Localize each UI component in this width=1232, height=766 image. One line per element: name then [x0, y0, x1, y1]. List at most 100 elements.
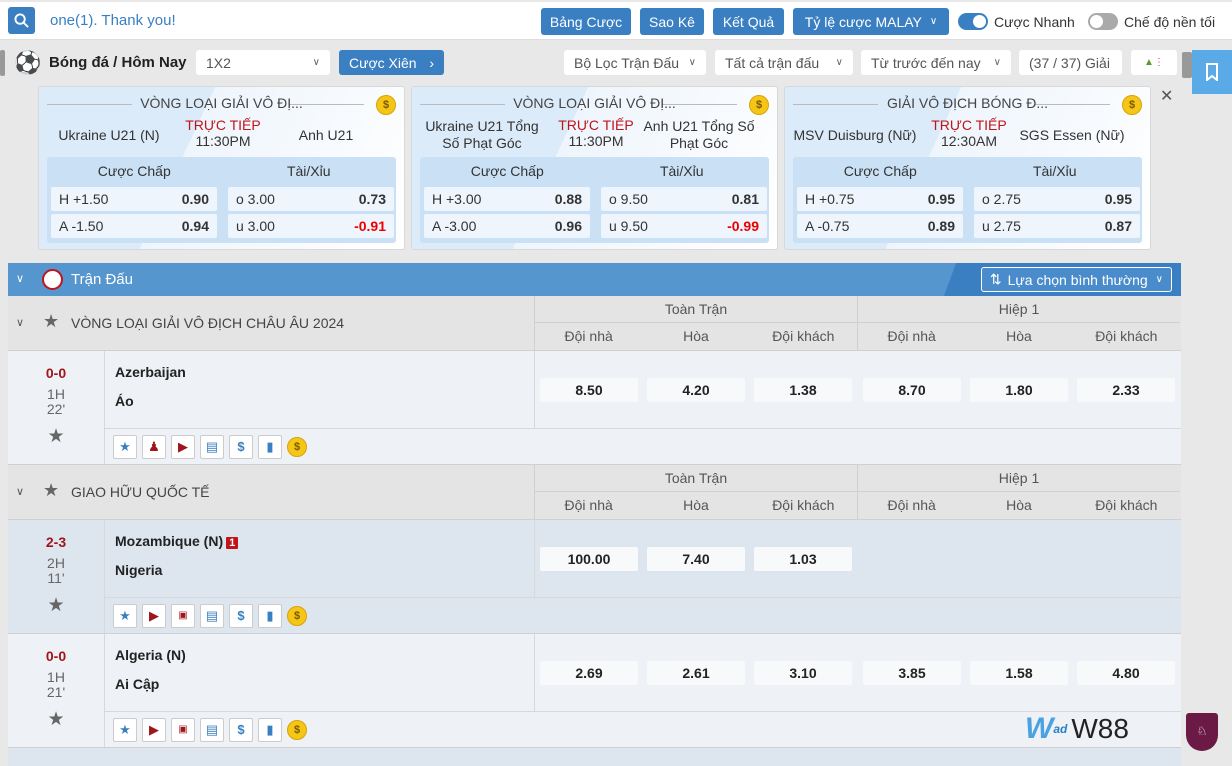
dark-mode-toggle[interactable]: [1088, 13, 1118, 30]
match-table-header: ∨ Trận Đấu ⇅ Lựa chọn bình thường ∨: [8, 263, 1181, 296]
statement-button[interactable]: Sao Kê: [640, 8, 704, 35]
featured-match-card[interactable]: VÒNG LOẠI GIẢI VÔ ĐỊ... $ Ukraine U21 (N…: [38, 86, 405, 250]
odds-button[interactable]: 2.69: [540, 661, 638, 685]
odds-button[interactable]: 7.40: [647, 547, 745, 571]
stats-icon[interactable]: ▮: [258, 603, 282, 628]
home-team: Ukraine U21 Tổng Số Phạt Góc: [425, 118, 539, 151]
dollar-icon[interactable]: $: [229, 434, 253, 459]
scoreboard-icon[interactable]: ▤: [200, 434, 224, 459]
scoreboard-icon[interactable]: ▤: [200, 717, 224, 742]
odds-button[interactable]: 4.20: [647, 378, 745, 402]
odds-button[interactable]: 1.38: [754, 378, 852, 402]
home-team-name: Mozambique (N): [115, 533, 224, 549]
bookmark-button[interactable]: [1192, 50, 1232, 94]
odds-button[interactable]: 3.85: [863, 661, 961, 685]
cashout-coin-icon: $: [1122, 95, 1142, 115]
market-dropdown[interactable]: 1X2 ∨: [196, 50, 330, 75]
odds-cell[interactable]: o 9.50 0.81: [601, 187, 767, 211]
column-header: Đội nhà: [887, 497, 936, 513]
odds-cell[interactable]: A -1.50 0.94: [51, 214, 217, 238]
scoreboard-icon[interactable]: ▤: [200, 603, 224, 628]
column-header: Hòa: [1006, 328, 1032, 344]
collapse-icon[interactable]: ∨: [16, 316, 24, 329]
odds-cell[interactable]: u 2.75 0.87: [974, 214, 1140, 238]
w88-watermark-logo: Wad W88: [1025, 712, 1129, 745]
dollar-icon[interactable]: $: [229, 603, 253, 628]
favorite-league-star-icon[interactable]: ★: [43, 311, 59, 332]
cashout-coin-icon[interactable]: $: [287, 436, 307, 457]
odds-cell[interactable]: A -3.00 0.96: [424, 214, 590, 238]
odds-cell[interactable]: H +3.00 0.88: [424, 187, 590, 211]
home-team: Azerbaijan: [115, 364, 186, 380]
field-icon[interactable]: ▣: [171, 603, 195, 628]
odds-button[interactable]: 2.61: [647, 661, 745, 685]
odds-cell[interactable]: o 2.75 0.95: [974, 187, 1140, 211]
odds-cell[interactable]: H +1.50 0.90: [51, 187, 217, 211]
sort-button[interactable]: ▲⋮: [1131, 50, 1177, 75]
odds: 0.73: [358, 191, 386, 207]
menu-handle[interactable]: [1182, 52, 1192, 78]
search-button[interactable]: [8, 7, 35, 34]
featured-match-card[interactable]: VÒNG LOẠI GIẢI VÔ ĐỊ... $ Ukraine U21 Tổ…: [411, 86, 778, 250]
odds-button[interactable]: 8.70: [863, 378, 961, 402]
featured-match-card[interactable]: GIẢI VÔ ĐỊCH BÓNG Đ... $ MSV Duisburg (N…: [784, 86, 1151, 250]
stats-icon[interactable]: ▮: [258, 434, 282, 459]
odds-button[interactable]: 100.00: [540, 547, 638, 571]
odds-cell[interactable]: u 9.50 -0.99: [601, 214, 767, 238]
all-matches-dropdown[interactable]: Tất cả trận đấu ∨: [715, 50, 853, 75]
parlay-label: Cược Xiên: [349, 54, 417, 71]
play-video-icon[interactable]: ▶: [142, 717, 166, 742]
announcement-marquee[interactable]: one(1). Thank you!: [50, 12, 176, 29]
odds-cell[interactable]: o 3.00 0.73: [228, 187, 394, 211]
bet-list-button[interactable]: Bảng Cược: [541, 8, 631, 35]
odds-cell[interactable]: A -0.75 0.89: [797, 214, 963, 238]
time-range-dropdown[interactable]: Từ trước đến nay ∨: [861, 50, 1011, 75]
odds-button[interactable]: 2.33: [1077, 378, 1175, 402]
view-option-dropdown[interactable]: ⇅ Lựa chọn bình thường ∨: [980, 267, 1172, 292]
league-name: VÒNG LOẠI GIẢI VÔ ĐỊCH CHÂU ÂU 2024: [71, 315, 345, 331]
odds-button[interactable]: 1.58: [970, 661, 1068, 685]
star-icon[interactable]: ★: [113, 434, 137, 459]
quick-bet-toggle[interactable]: [958, 13, 988, 30]
club-crest-logo: ♘: [1186, 713, 1218, 751]
stats-icon[interactable]: ▮: [258, 717, 282, 742]
play-video-icon[interactable]: ▶: [171, 434, 195, 459]
line: A -1.50: [59, 218, 104, 234]
odds-button[interactable]: 1.03: [754, 547, 852, 571]
sidebar-handle[interactable]: [0, 50, 5, 76]
odds: 0.89: [927, 218, 955, 234]
odds-button[interactable]: 8.50: [540, 378, 638, 402]
odds: -0.99: [727, 218, 759, 234]
favorite-star-icon[interactable]: ★: [8, 425, 104, 448]
league-select-button[interactable]: (37 / 37) Giải: [1019, 50, 1122, 75]
match-time: 11:30PM: [195, 133, 251, 149]
dollar-icon[interactable]: $: [229, 717, 253, 742]
odds-cell[interactable]: H +0.75 0.95: [797, 187, 963, 211]
cashout-coin-icon[interactable]: $: [287, 719, 307, 740]
star-icon[interactable]: ★: [113, 717, 137, 742]
odds-button[interactable]: 1.80: [970, 378, 1068, 402]
favorite-star-icon[interactable]: ★: [8, 708, 104, 731]
results-button[interactable]: Kết Quả: [713, 8, 784, 35]
odds-type-dropdown[interactable]: Tỷ lệ cược MALAY ∨: [793, 8, 949, 35]
play-video-icon[interactable]: ▶: [142, 603, 166, 628]
close-featured-icon[interactable]: ✕: [1160, 86, 1173, 106]
column-group-full_time: Toàn Trận Đội nhà Hòa Đội khách: [534, 465, 857, 520]
odds-cell[interactable]: u 3.00 -0.91: [228, 214, 394, 238]
favorite-star-icon[interactable]: ★: [8, 594, 104, 617]
line: A -3.00: [432, 218, 477, 234]
home-team-name: Azerbaijan: [115, 364, 186, 380]
cashout-coin-icon[interactable]: $: [287, 605, 307, 626]
collapse-icon[interactable]: ∨: [16, 272, 24, 285]
star-icon[interactable]: ★: [113, 603, 137, 628]
odds-button[interactable]: 4.80: [1077, 661, 1175, 685]
match-filter-dropdown[interactable]: Bộ Lọc Trận Đấu ∨: [564, 50, 706, 75]
cashout-coin-icon: $: [749, 95, 769, 115]
handicap-label: Cược Chấp: [470, 163, 544, 179]
parlay-button[interactable]: Cược Xiên ›: [339, 50, 444, 75]
field-icon[interactable]: ▣: [171, 717, 195, 742]
live-streamer-icon[interactable]: ♟: [142, 434, 166, 459]
favorite-league-star-icon[interactable]: ★: [43, 480, 59, 501]
odds-button[interactable]: 3.10: [754, 661, 852, 685]
collapse-icon[interactable]: ∨: [16, 485, 24, 498]
